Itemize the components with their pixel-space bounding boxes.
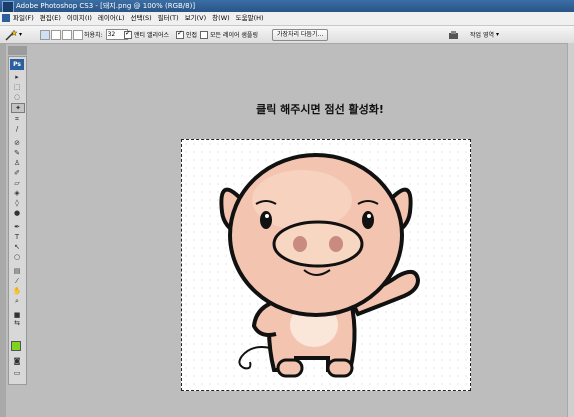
menu-filter[interactable]: 필터(T) xyxy=(158,12,179,25)
toolbox-grip[interactable] xyxy=(8,46,27,55)
pig-illustration xyxy=(219,153,421,378)
magic-wand-icon xyxy=(5,28,18,41)
intersect-selection-button[interactable] xyxy=(73,29,83,40)
notes-tool-icon[interactable]: ▤ xyxy=(11,267,23,275)
menu-window[interactable]: 창(W) xyxy=(212,12,229,25)
antialias-label: 앤티 앨리어스 xyxy=(134,32,170,39)
shape-tool-icon[interactable]: ○ xyxy=(11,253,23,261)
right-dock-strip[interactable] xyxy=(567,43,574,417)
tolerance-group: 허용치: 32 xyxy=(84,26,128,43)
magic-wand-tool-icon[interactable]: ✦ xyxy=(11,103,25,113)
left-dock-strip xyxy=(0,43,6,417)
toolbox: Ps ▸ ⬚ ◌ ✦ ⌗ / ⊘ ✎ ♙ ✐ ▱ ◈ ◊ ● ✒ T ↖ ○ ▤… xyxy=(8,56,27,385)
slice-tool-icon[interactable]: / xyxy=(11,125,23,133)
zoom-tool-icon[interactable]: ⌕ xyxy=(11,297,23,305)
lasso-tool-icon[interactable]: ◌ xyxy=(11,93,23,101)
eraser-tool-icon[interactable]: ▱ xyxy=(11,179,23,187)
menu-select[interactable]: 선택(S) xyxy=(131,12,152,25)
menu-layer[interactable]: 레이어(L) xyxy=(98,12,125,25)
tool-preset-picker[interactable]: ▾ xyxy=(4,26,30,43)
contiguous-check-icon xyxy=(176,29,184,39)
menu-help[interactable]: 도움말(H) xyxy=(236,12,264,25)
contiguous-checkbox[interactable]: 인접 xyxy=(176,26,197,43)
marquee-tool-icon[interactable]: ⬚ xyxy=(11,83,23,91)
instruction-text: 클릭 해주시면 점선 활성화! xyxy=(256,103,384,116)
eyedropper-tool-icon[interactable]: ⁄ xyxy=(11,277,23,285)
sample-all-label: 모든 레이어 샘플링 xyxy=(210,32,258,39)
bridge-icon xyxy=(449,30,458,39)
chevron-down-icon: ▾ xyxy=(496,31,500,38)
brush-tool-icon[interactable]: ✎ xyxy=(11,149,23,157)
workspace-button[interactable]: 작업 영역 ▾ xyxy=(470,26,499,43)
ps-logo: Ps xyxy=(10,59,24,70)
screen-mode-icon[interactable]: ▭ xyxy=(11,369,23,377)
refine-edge-button[interactable]: 가장자리 다듬기... xyxy=(272,28,329,41)
quick-mask-icon[interactable]: ◙ xyxy=(11,357,23,365)
contiguous-label: 인접 xyxy=(186,32,198,39)
menu-view[interactable]: 보기(V) xyxy=(185,12,206,25)
photoshop-menu-icon[interactable] xyxy=(2,14,10,22)
hand-tool-icon[interactable]: ✋ xyxy=(11,287,23,295)
sample-all-check-icon xyxy=(200,30,208,39)
type-tool-icon[interactable]: T xyxy=(11,233,23,241)
workspace-label: 작업 영역 xyxy=(470,32,494,39)
add-to-selection-button[interactable] xyxy=(51,29,61,40)
clone-stamp-tool-icon[interactable]: ♙ xyxy=(11,159,23,167)
options-bar: ▾ 허용치: 32 앤티 앨리어스 인접 모든 레이어 샘플링 가장자리 다듬기… xyxy=(0,26,574,44)
selection-mode-group xyxy=(40,26,84,43)
history-brush-tool-icon[interactable]: ✐ xyxy=(11,169,23,177)
swap-colors-icon[interactable]: ⇆ xyxy=(11,319,23,327)
chevron-down-icon: ▾ xyxy=(19,31,23,38)
antialias-check-icon xyxy=(124,29,132,39)
sample-all-layers-checkbox[interactable]: 모든 레이어 샘플링 xyxy=(200,26,258,43)
tolerance-label: 허용치: xyxy=(84,32,103,39)
crop-tool-icon[interactable]: ⌗ xyxy=(11,115,23,123)
paint-bucket-tool-icon[interactable]: ◈ xyxy=(11,189,23,197)
menu-image[interactable]: 이미지(I) xyxy=(67,12,92,25)
refine-edge-container: 가장자리 다듬기... xyxy=(272,26,329,43)
pen-tool-icon[interactable]: ✒ xyxy=(11,223,23,231)
menu-edit[interactable]: 편집(E) xyxy=(40,12,61,25)
blur-tool-icon[interactable]: ◊ xyxy=(11,199,23,207)
subtract-from-selection-button[interactable] xyxy=(62,29,72,40)
healing-brush-tool-icon[interactable]: ⊘ xyxy=(11,139,23,147)
menu-file[interactable]: 파일(F) xyxy=(13,12,34,25)
foreground-color-swatch[interactable] xyxy=(11,341,21,351)
window-title: Adobe Photoshop CS3 - [돼지.png @ 100% (RG… xyxy=(16,2,196,10)
default-colors-icon[interactable]: ■ xyxy=(11,311,23,319)
path-selection-tool-icon[interactable]: ↖ xyxy=(11,243,23,251)
dodge-tool-icon[interactable]: ● xyxy=(11,209,23,217)
move-tool-icon[interactable]: ▸ xyxy=(11,73,23,81)
document-canvas[interactable] xyxy=(181,139,471,391)
window-titlebar: Adobe Photoshop CS3 - [돼지.png @ 100% (RG… xyxy=(0,0,574,13)
menu-bar: 파일(F) 편집(E) 이미지(I) 레이어(L) 선택(S) 필터(T) 보기… xyxy=(0,12,574,26)
new-selection-button[interactable] xyxy=(40,29,50,40)
antialias-checkbox[interactable]: 앤티 앨리어스 xyxy=(124,26,169,43)
bridge-button[interactable] xyxy=(448,26,460,43)
